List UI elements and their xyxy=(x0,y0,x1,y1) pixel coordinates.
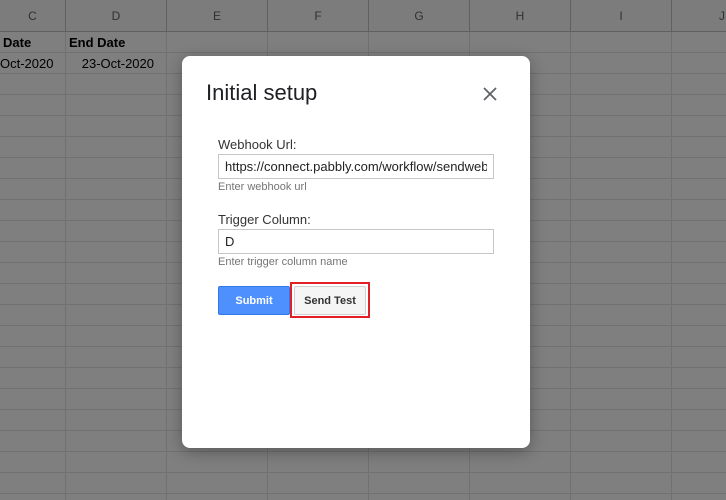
trigger-column-hint: Enter trigger column name xyxy=(218,256,348,268)
send-test-button[interactable]: Send Test xyxy=(294,286,366,315)
webhook-url-label: Webhook Url: xyxy=(218,137,297,152)
initial-setup-dialog: Initial setup Webhook Url: Enter webhook… xyxy=(182,56,530,448)
submit-button[interactable]: Submit xyxy=(218,286,290,315)
trigger-column-label: Trigger Column: xyxy=(218,212,311,227)
close-button[interactable] xyxy=(478,82,502,106)
dialog-title: Initial setup xyxy=(206,80,318,105)
webhook-url-input[interactable] xyxy=(218,154,494,179)
close-icon xyxy=(483,87,497,101)
webhook-url-hint: Enter webhook url xyxy=(218,181,307,193)
trigger-column-input[interactable] xyxy=(218,229,494,254)
